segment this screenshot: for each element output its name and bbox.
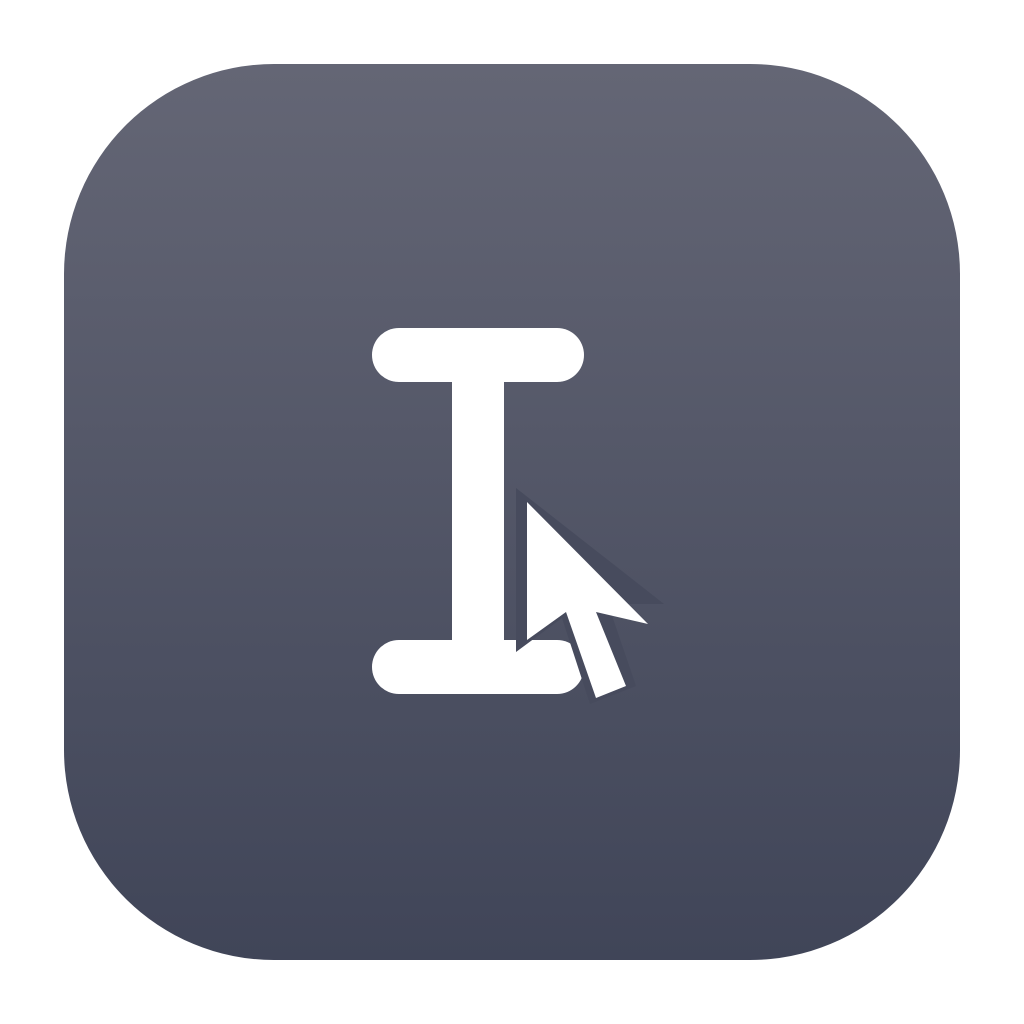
icon-canvas	[0, 0, 1024, 1024]
glyph-layer	[0, 0, 1024, 1024]
text-cursor-i-beam-icon	[372, 328, 584, 694]
